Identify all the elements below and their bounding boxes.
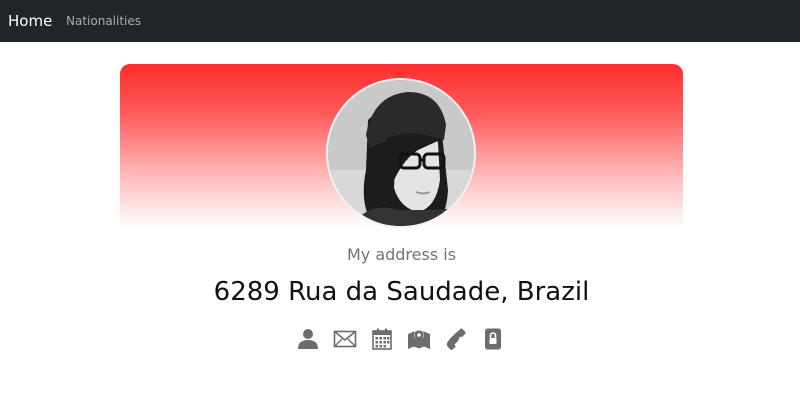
navbar: Home Nationalities — [0, 0, 800, 42]
profile-label: My address is — [346, 245, 457, 264]
profile-value: 6289 Rua da Saudade, Brazil — [213, 277, 590, 307]
map-icon[interactable] — [407, 327, 431, 351]
avatar-photo — [328, 80, 474, 226]
envelope-icon[interactable] — [333, 327, 357, 351]
avatar — [326, 78, 476, 228]
lock-icon[interactable] — [481, 327, 505, 351]
navbar-brand-home[interactable]: Home — [8, 11, 52, 31]
user-icon[interactable] — [296, 327, 320, 351]
phone-icon[interactable] — [444, 327, 468, 351]
nav-link-nationalities[interactable]: Nationalities — [66, 12, 141, 30]
profile-icon-bar — [296, 327, 505, 351]
calendar-icon[interactable] — [370, 327, 394, 351]
